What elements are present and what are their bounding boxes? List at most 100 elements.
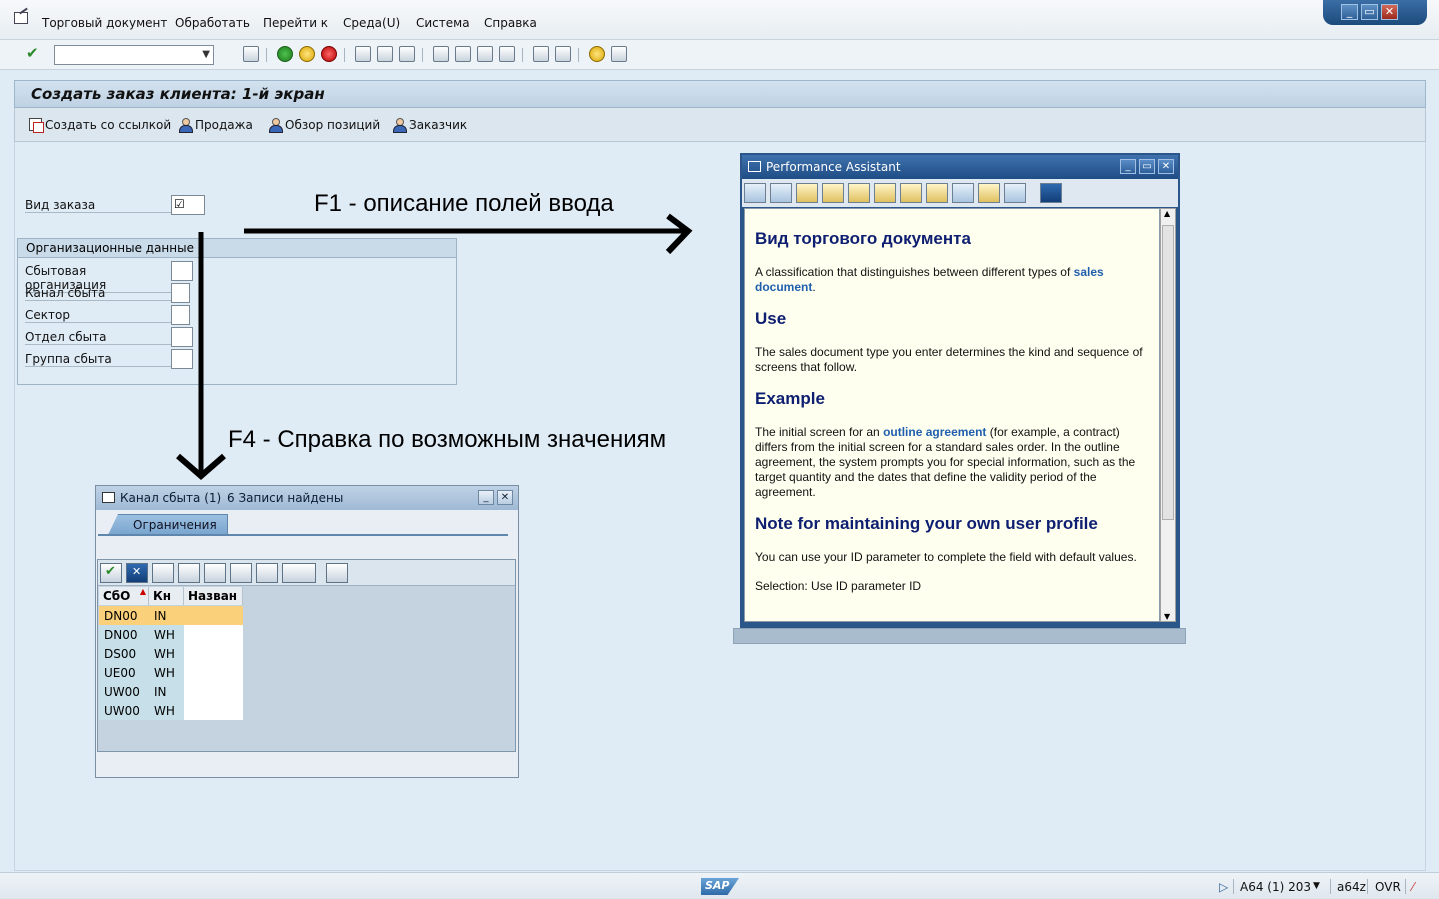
info-icon[interactable] (256, 563, 278, 583)
create-with-reference-button[interactable]: Создать со ссылкой (29, 118, 171, 133)
cancel-icon[interactable] (126, 563, 148, 583)
book-icon[interactable] (796, 183, 818, 203)
cell-sales-org: UE00 (99, 663, 149, 682)
new-session-icon[interactable] (533, 46, 549, 62)
scrollbar-thumb[interactable] (1162, 225, 1174, 520)
find-icon[interactable] (900, 183, 922, 203)
search-help-icon[interactable] (874, 183, 896, 203)
print-dropdown-icon[interactable] (282, 563, 316, 583)
forward-arrow-icon[interactable] (770, 183, 792, 203)
pa-close-button[interactable]: ✕ (1158, 159, 1174, 174)
order-type-field[interactable]: ☑ (171, 195, 205, 215)
technical-info-icon[interactable] (822, 183, 844, 203)
pa-maximize-button[interactable]: ▭ (1139, 159, 1155, 174)
popup-minimize-button[interactable]: _ (478, 490, 494, 505)
division-field[interactable] (171, 305, 190, 325)
customer-button[interactable]: Заказчик (393, 118, 467, 133)
bookmark-icon[interactable] (952, 183, 974, 203)
menu-item-goto[interactable]: Перейти к (263, 16, 328, 30)
value-list-grid: СбО ▲ Кн Назван DN00 IN DN00 WH DS00 WH U… (97, 559, 516, 752)
help-icon[interactable] (589, 46, 605, 62)
system-info: A64 (1) 203 (1240, 880, 1312, 894)
print-icon[interactable] (355, 46, 371, 62)
minimize-button[interactable]: _ (1341, 4, 1358, 20)
sap-logo: SAP (701, 878, 739, 895)
popup-close-button[interactable]: ✕ (497, 490, 513, 505)
maximize-button[interactable]: ▭ (1361, 4, 1378, 20)
pa-heading-use: Use (755, 309, 787, 328)
first-page-icon[interactable] (433, 46, 449, 62)
grid-toolbar (98, 560, 515, 586)
cell-sales-org: DN00 (99, 606, 149, 625)
menu-item-environment[interactable]: Среда(U) (343, 16, 400, 30)
insert-mode[interactable]: OVR (1375, 880, 1401, 894)
cell-name (184, 663, 243, 682)
personalize-icon[interactable] (326, 563, 348, 583)
item-overview-button[interactable]: Обзор позиций (269, 118, 380, 133)
pa-paragraph-definition: A classification that distinguishes betw… (755, 265, 1147, 295)
column-header-channel[interactable]: Кн (149, 587, 184, 605)
sales-org-field[interactable] (171, 261, 193, 281)
cell-sales-org: UW00 (99, 701, 149, 720)
settings-icon[interactable] (230, 563, 252, 583)
find-icon[interactable] (377, 46, 393, 62)
scroll-down-icon[interactable]: ▼ (1164, 612, 1170, 621)
find-icon[interactable] (178, 563, 200, 583)
table-icon[interactable] (926, 183, 948, 203)
layout-settings-icon[interactable] (611, 46, 627, 62)
cancel-icon[interactable] (321, 46, 337, 62)
sales-button[interactable]: Продажа (179, 118, 253, 133)
distribution-channel-field[interactable] (171, 283, 190, 303)
menu-item-edit[interactable]: Обработать (175, 16, 250, 30)
chevron-down-icon[interactable]: ▼ (202, 49, 210, 60)
status-expand-icon[interactable]: ▷ (1219, 880, 1228, 894)
next-page-icon[interactable] (477, 46, 493, 62)
last-page-icon[interactable] (499, 46, 515, 62)
person-icon (393, 118, 407, 133)
sales-label: Продажа (195, 118, 253, 132)
menu-item-help[interactable]: Справка (484, 16, 537, 30)
back-arrow-icon[interactable] (744, 183, 766, 203)
shortcut-icon[interactable] (555, 46, 571, 62)
close-button[interactable]: ✕ (1381, 4, 1398, 20)
back-icon[interactable] (277, 46, 293, 62)
page-title: Создать заказ клиента: 1-й экран (31, 85, 325, 103)
scroll-up-icon[interactable]: ▲ (1164, 209, 1170, 218)
previous-page-icon[interactable] (455, 46, 471, 62)
column-header-name[interactable]: Назван (184, 587, 243, 605)
close-icon[interactable] (1040, 183, 1062, 203)
pa-scrollbar[interactable]: ▲ ▼ (1160, 208, 1176, 622)
cell-name (184, 682, 243, 701)
notes-icon[interactable] (978, 183, 1000, 203)
save-icon[interactable] (243, 46, 259, 62)
system-info-dropdown-icon[interactable]: ▼ (1313, 881, 1320, 891)
print-icon[interactable] (1004, 183, 1026, 203)
column-header-label: СбО (103, 589, 131, 603)
cell-name (184, 606, 243, 625)
outline-agreement-link[interactable]: outline agreement (883, 425, 986, 439)
sales-group-field[interactable] (171, 349, 193, 369)
column-header-sales-org[interactable]: СбО ▲ (99, 587, 149, 605)
transaction-icon[interactable] (14, 12, 28, 24)
cell-name (184, 644, 243, 663)
menu-item-sales-document[interactable]: Торговый документ (42, 16, 167, 30)
enter-check-icon[interactable] (25, 44, 41, 62)
pa-minimize-button[interactable]: _ (1120, 159, 1136, 174)
find-next-icon[interactable] (204, 563, 226, 583)
confirm-icon[interactable] (100, 563, 122, 583)
pa-paragraph-use: The sales document type you enter determ… (755, 345, 1143, 374)
tab-underline (98, 534, 508, 536)
sales-office-field[interactable] (171, 327, 193, 347)
menu-item-system[interactable]: Система (416, 16, 470, 30)
edit-icon[interactable] (848, 183, 870, 203)
toolbar-separator (344, 48, 345, 62)
pa-content: Вид торгового документа A classification… (744, 208, 1160, 622)
tab-restrictions[interactable]: Ограничения (108, 514, 228, 535)
cell-channel: WH (149, 625, 184, 644)
standard-toolbar (0, 40, 1439, 70)
new-document-icon[interactable] (152, 563, 174, 583)
collapse-arrow-icon[interactable] (220, 46, 236, 62)
command-field[interactable]: ▼ (54, 45, 214, 65)
exit-icon[interactable] (299, 46, 315, 62)
find-next-icon[interactable] (399, 46, 415, 62)
